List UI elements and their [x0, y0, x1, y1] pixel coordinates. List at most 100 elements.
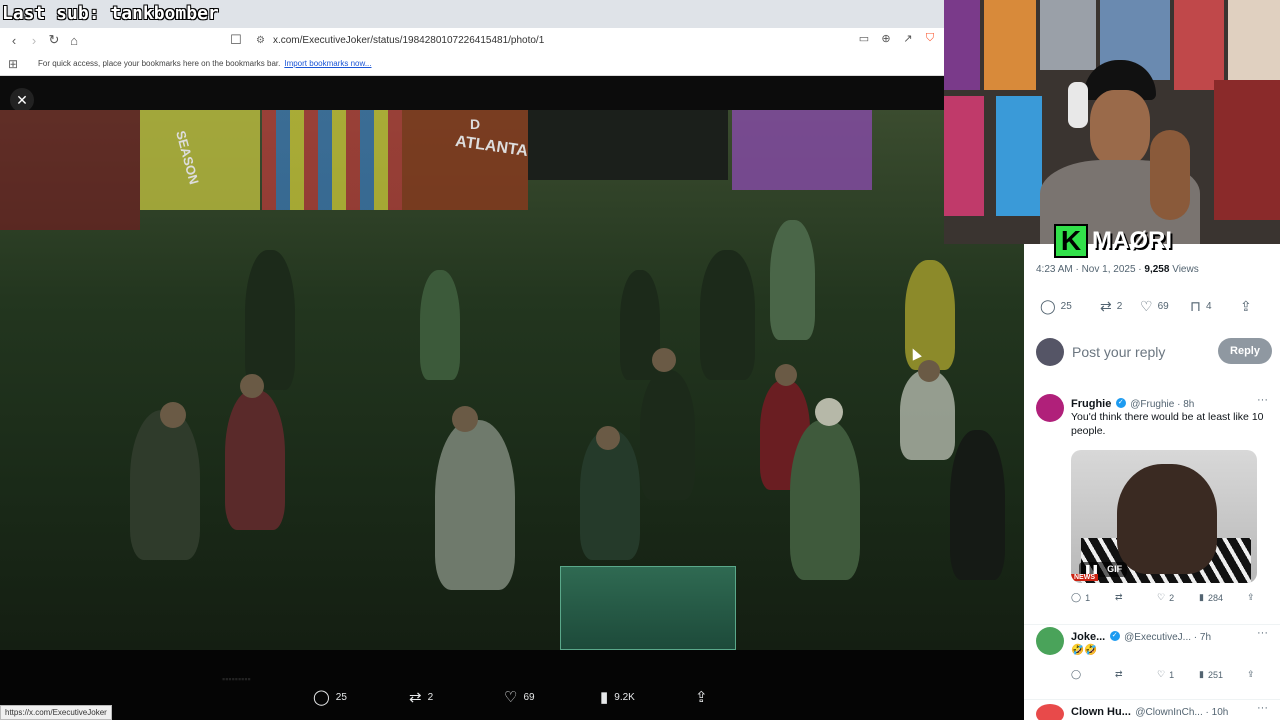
crowd-person — [900, 370, 955, 460]
last-sub-overlay: Last sub: tankbomber — [2, 3, 219, 24]
comment-repost[interactable]: ⇄ — [1115, 592, 1123, 603]
reply-input[interactable]: Post your reply — [1072, 344, 1165, 360]
photo: ATLANTA SEASON D — [0, 110, 1024, 650]
screenshot-icon[interactable]: ▭ — [856, 30, 872, 46]
comment-repost[interactable]: ⇄ — [1115, 669, 1123, 680]
repost-icon: ⇄ — [1115, 592, 1123, 602]
comment-reply[interactable]: ◯ — [1071, 669, 1081, 680]
comment-views[interactable]: ▮ 284 — [1199, 592, 1223, 603]
photo-share-action[interactable]: ⇪ — [695, 688, 708, 706]
crowd-person — [640, 370, 695, 500]
crowd-head — [918, 360, 940, 382]
crowd-person — [790, 420, 860, 580]
reload-icon[interactable]: ↻ — [44, 30, 64, 50]
back-icon[interactable]: ‹ — [4, 30, 24, 50]
crowd-person — [420, 270, 460, 380]
crowd-person — [130, 410, 200, 560]
comment-like[interactable]: ♡ 2 — [1157, 592, 1174, 603]
booth-purple — [732, 110, 872, 190]
tweet-detail-panel: 4:23 AM · Nov 1, 2025 · 9,258 Views ◯ 25… — [1024, 244, 1280, 720]
brave-shield-icon[interactable]: ⛉ — [922, 30, 938, 46]
like-icon: ♡ — [1157, 669, 1166, 679]
repost-icon: ⇄ — [1115, 669, 1123, 679]
crowd-person — [700, 250, 755, 380]
comment-share[interactable]: ⇪ — [1247, 592, 1255, 603]
logo-k: K — [1054, 224, 1088, 258]
crowd-person — [245, 250, 295, 390]
logo-text: MAØRI — [1092, 227, 1172, 254]
stat-replies[interactable]: ◯ 25 — [1040, 298, 1072, 315]
reply-button[interactable]: Reply — [1218, 338, 1272, 364]
url-text: x.com/ExecutiveJoker/status/198428010722… — [272, 34, 545, 46]
scene-sign-d: D — [470, 116, 481, 132]
more-icon[interactable]: ··· — [1257, 394, 1268, 406]
crowd-head — [452, 406, 478, 432]
comment-text: You'd think there would be at least like… — [1071, 411, 1264, 437]
photo-reply-action[interactable]: ◯ 25 — [313, 688, 347, 706]
share-icon[interactable]: ↗ — [900, 30, 916, 46]
apps-grid-icon[interactable]: ⊞ — [0, 57, 26, 71]
reply-icon: ◯ — [1040, 298, 1056, 314]
comment-text: 🤣🤣 — [1071, 644, 1098, 656]
avatar — [1036, 338, 1064, 366]
more-icon[interactable]: ··· — [1257, 627, 1268, 639]
booth-dark — [528, 110, 728, 180]
comment-share[interactable]: ⇪ — [1247, 669, 1255, 680]
comment-item[interactable]: Frughie ✓ @Frughie · 8h ··· You'd think … — [1024, 392, 1280, 612]
crowd-head — [160, 402, 186, 428]
comment-gif[interactable]: ❚❚ GIF NEWS — [1071, 450, 1257, 583]
site-info-icon[interactable]: ⚙ — [256, 35, 265, 46]
gif-news-label: NEWS — [1071, 574, 1098, 581]
verified-icon: ✓ — [1109, 630, 1120, 641]
bookmark-icon[interactable]: ☐ — [226, 30, 246, 50]
crowd-head — [240, 374, 264, 398]
comment-handle: @ExecutiveJ... · 7h — [1124, 632, 1212, 643]
stat-share[interactable]: ⇪ — [1240, 298, 1252, 315]
close-icon[interactable]: ✕ — [10, 88, 34, 112]
photo-views-action[interactable]: ▮ 9.2K — [600, 688, 635, 706]
comment-handle: @Frughie · 8h — [1130, 399, 1195, 410]
bookmarks-bar: ⊞ For quick access, place your bookmarks… — [0, 52, 944, 76]
comment-author[interactable]: Clown Hu... — [1071, 706, 1131, 718]
views-icon: ▮ — [600, 689, 609, 706]
comment-author[interactable]: Joke... — [1071, 631, 1105, 643]
comment-views[interactable]: ▮ 251 — [1199, 669, 1223, 680]
import-bookmarks-link[interactable]: Import bookmarks now... — [284, 59, 371, 68]
booth-yellow — [140, 110, 260, 210]
stat-likes[interactable]: ♡ 69 — [1140, 298, 1169, 315]
avatar — [1036, 394, 1064, 422]
photo-repost-action[interactable]: ⇄ 2 — [409, 688, 433, 706]
address-bar[interactable]: ⚙ x.com/ExecutiveJoker/status/1984280107… — [256, 30, 544, 50]
comment-item[interactable]: Clown Hu... @ClownInCh... · 10h ··· — [1024, 699, 1280, 720]
crowd-head — [815, 398, 843, 426]
stat-reposts[interactable]: ⇄ 2 — [1100, 298, 1122, 315]
poster — [1228, 0, 1280, 90]
share-icon: ⇪ — [695, 689, 708, 706]
bookmarks-hint: For quick access, place your bookmarks h… — [38, 59, 281, 68]
stat-bookmarks[interactable]: ⊓ 4 — [1190, 298, 1212, 315]
more-icon[interactable]: ··· — [1257, 702, 1268, 714]
bookmark-icon: ⊓ — [1190, 298, 1201, 314]
repost-icon: ⇄ — [1100, 298, 1112, 314]
comment-like[interactable]: ♡ 1 — [1157, 669, 1174, 680]
tweet-time: 4:23 AM · Nov 1, 2025 · — [1036, 264, 1142, 275]
crowd-head — [596, 426, 620, 450]
status-url: https://x.com/ExecutiveJoker — [0, 705, 112, 720]
crowd-person — [225, 390, 285, 530]
zoom-icon[interactable]: ⊕ — [878, 30, 894, 46]
comment-item[interactable]: Joke... ✓ @ExecutiveJ... · 7h ··· 🤣🤣 ◯ ⇄… — [1024, 624, 1280, 688]
crowd-person — [770, 220, 815, 340]
tweet-stats: ◯ 25 ⇄ 2 ♡ 69 ⊓ 4 ⇪ — [1024, 298, 1280, 322]
photo-like-action[interactable]: ♡ 69 — [504, 688, 535, 706]
comment-header: Clown Hu... @ClownInCh... · 10h — [1071, 702, 1228, 720]
reply-icon: ◯ — [313, 689, 330, 706]
comment-reply[interactable]: ◯ 1 — [1071, 592, 1090, 603]
banner-left — [0, 110, 140, 230]
stat-replies-count: 25 — [1060, 301, 1072, 312]
repost-count: 2 — [427, 691, 434, 703]
forward-icon[interactable]: › — [24, 30, 44, 50]
comment-actions: ◯ ⇄ ♡ 1 ▮ 251 ⇪ — [1071, 669, 1276, 685]
comment-author[interactable]: Frughie — [1071, 398, 1111, 410]
home-icon[interactable]: ⌂ — [64, 30, 84, 50]
browser-toolbar: ‹ › ↻ ⌂ ☐ ⚙ x.com/ExecutiveJoker/status/… — [0, 28, 944, 52]
